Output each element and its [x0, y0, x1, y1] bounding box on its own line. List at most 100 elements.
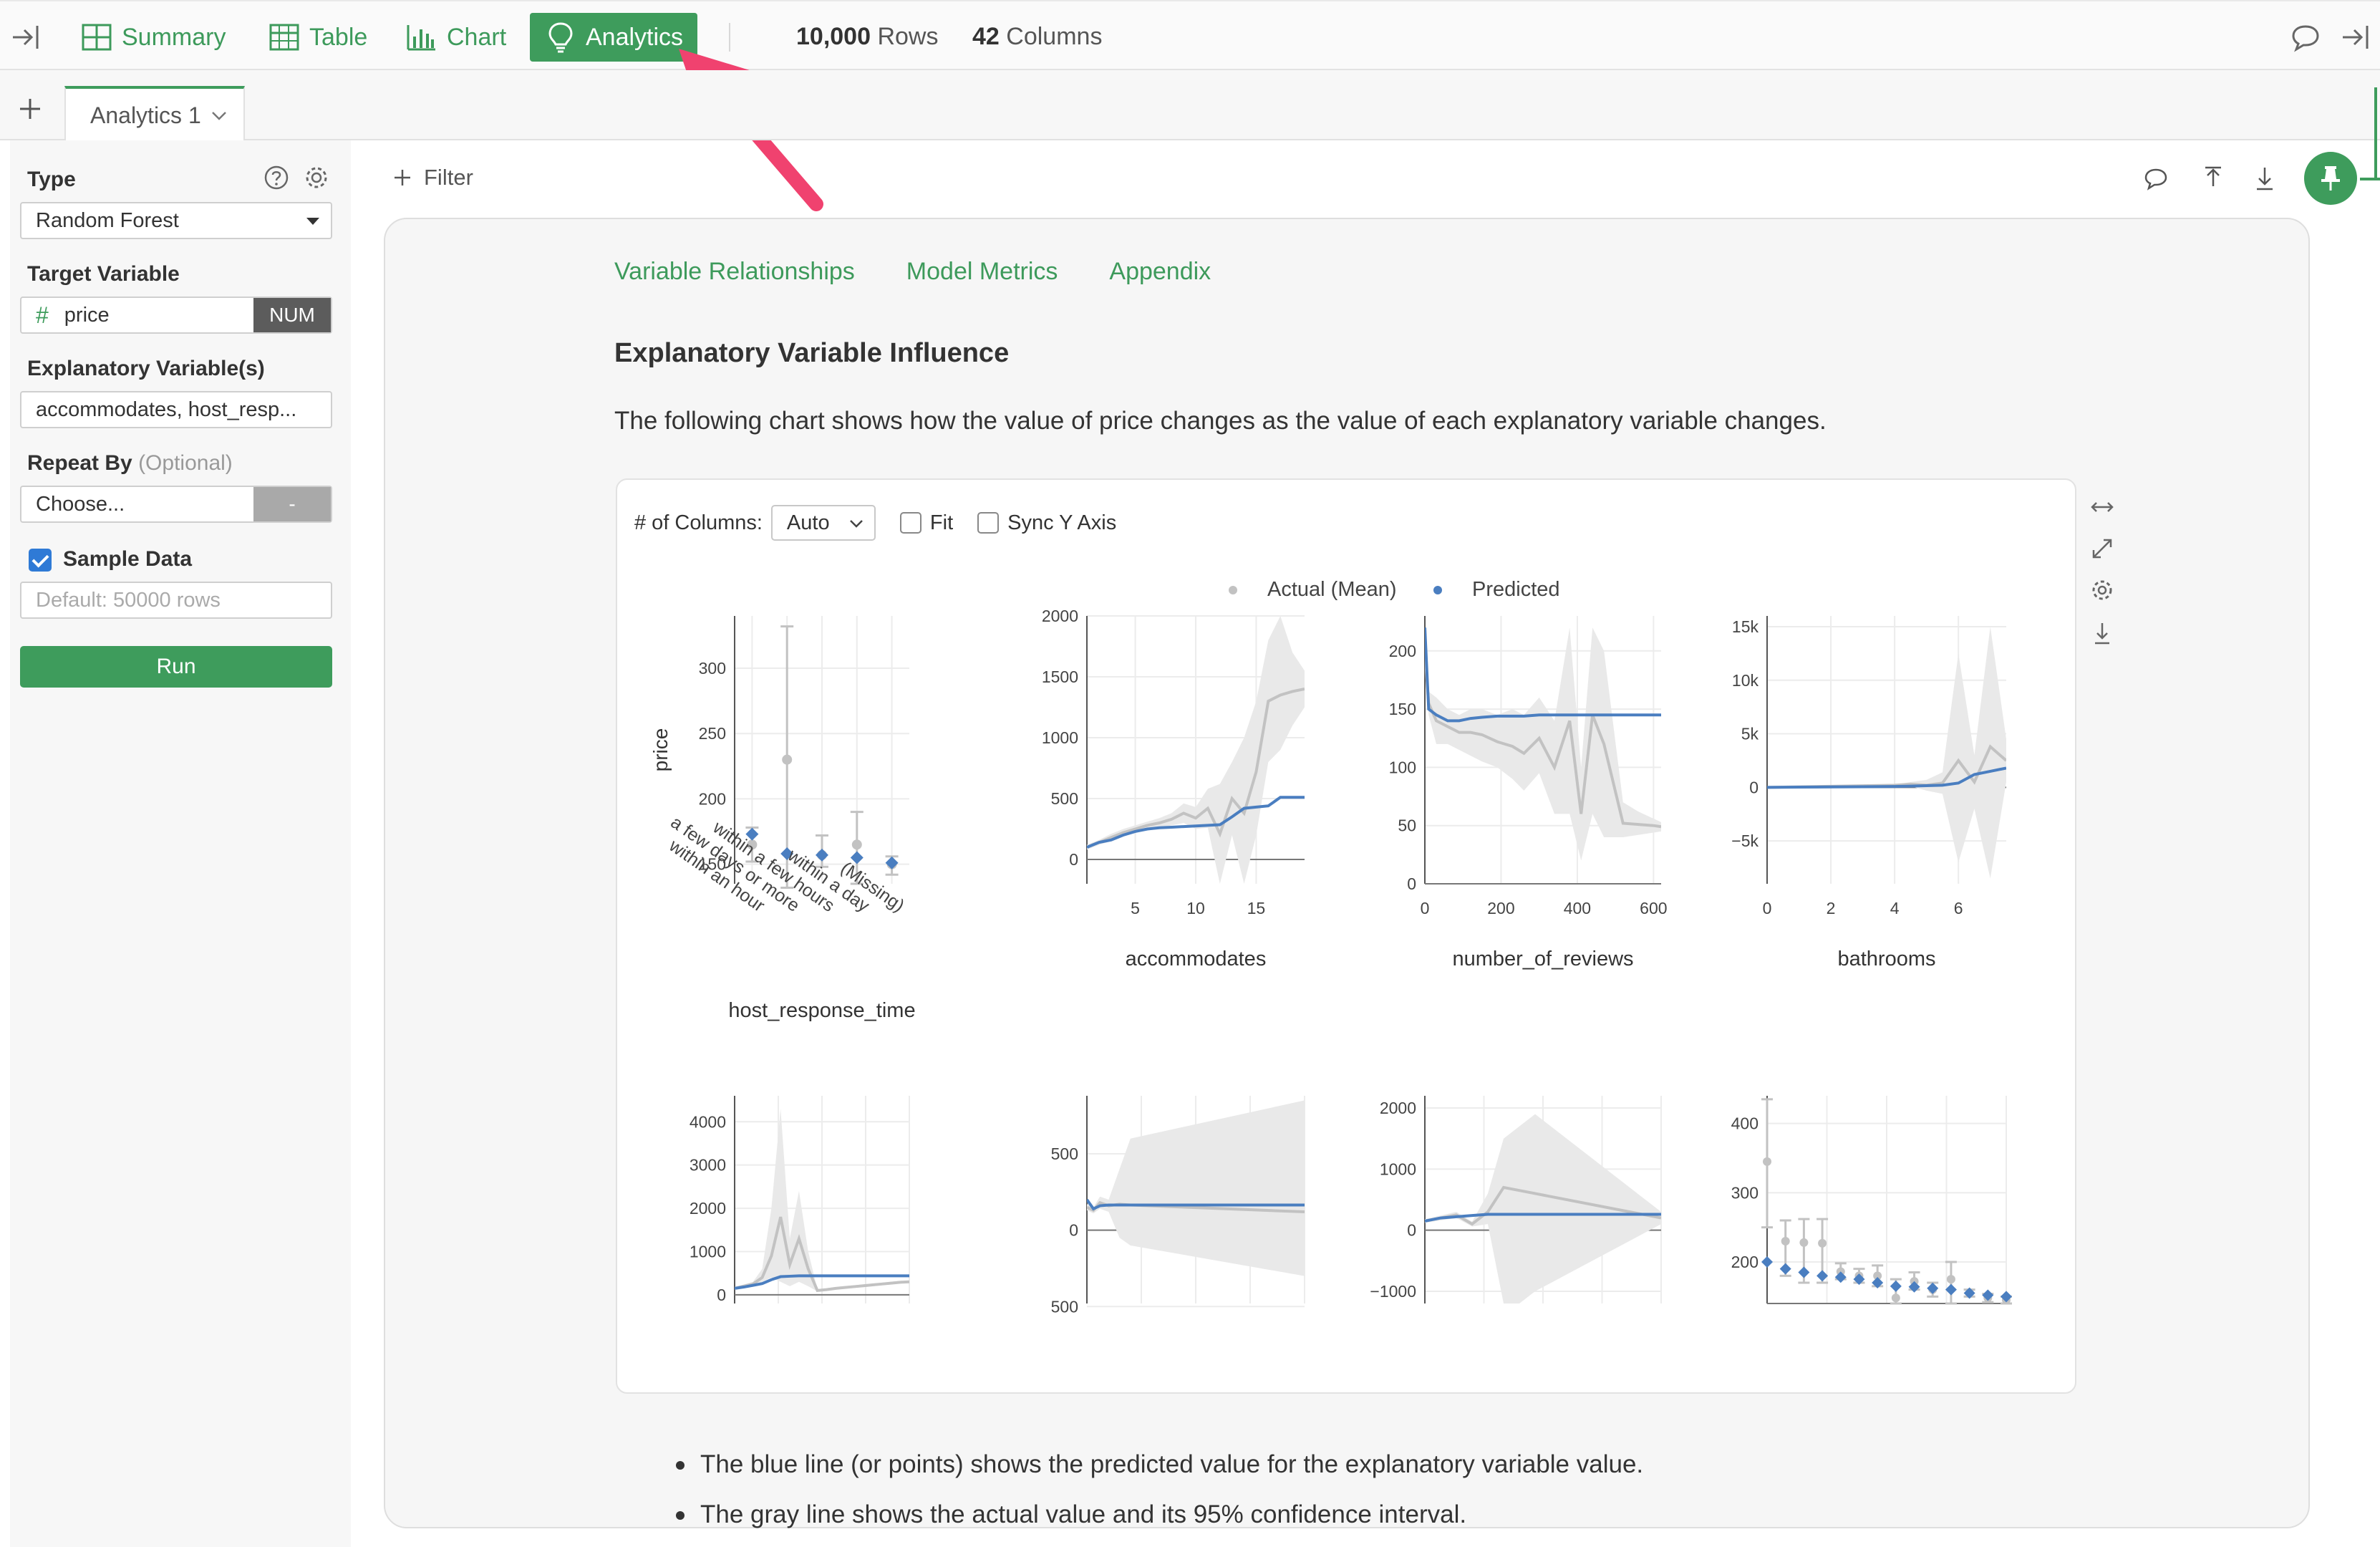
gear-icon[interactable] [304, 165, 329, 191]
section-heading: Explanatory Variable Influence [614, 338, 1010, 368]
y-tick-label: 200 [699, 789, 726, 808]
y-tick-label: 2000 [690, 1199, 726, 1218]
y-tick-label: 0 [1407, 874, 1416, 893]
x-tick-label: 0 [1421, 899, 1430, 917]
x-axis-title: accommodates [1126, 948, 1267, 970]
tab-analytics-1[interactable]: Analytics 1 [64, 86, 245, 142]
table-icon [269, 24, 299, 51]
y-tick-label: 1000 [1380, 1160, 1416, 1178]
predicted-point [1761, 1256, 1773, 1268]
y-tick-label: 1000 [690, 1243, 726, 1261]
predicted-point [816, 848, 828, 862]
legend-predicted-marker [1433, 586, 1442, 594]
explanatory-variables-field[interactable]: accommodates, host_resp... [20, 391, 332, 428]
repeat-by-value: Choose... [36, 492, 125, 516]
bar-chart-icon [407, 25, 435, 51]
analytics-tab-strip: Analytics 1 [0, 70, 2380, 142]
chart-notes: The blue line (or points) shows the pred… [673, 1440, 1643, 1540]
x-axis-title: number_of_reviews [1452, 948, 1633, 970]
pin-button[interactable] [2304, 152, 2357, 205]
x-tick-label: 6 [1954, 899, 1963, 917]
predicted-point [1779, 1263, 1791, 1275]
lightbulb-icon [548, 22, 573, 53]
type-select-value: Random Forest [36, 208, 179, 232]
confidence-band [1087, 1100, 1305, 1276]
plot-series-group [1425, 1114, 1661, 1303]
predicted-point [1798, 1266, 1810, 1278]
add-tab-icon[interactable] [17, 96, 43, 122]
target-variable-field[interactable]: # price NUM [20, 297, 332, 334]
y-tick-label: 4000 [690, 1112, 726, 1131]
legend-actual-marker [1229, 586, 1237, 594]
run-button[interactable]: Run [20, 646, 332, 688]
panel-accent-line [2374, 87, 2380, 180]
help-icon[interactable] [263, 165, 289, 191]
y-tick-label: 0 [1069, 1221, 1078, 1240]
sample-size-input[interactable]: Default: 50000 rows [20, 582, 332, 619]
tab-variable-relationships[interactable]: Variable Relationships [614, 258, 855, 286]
collapse-left-icon[interactable] [10, 20, 44, 54]
y-tick-label: 200 [1731, 1253, 1759, 1271]
tab-analytics-label: Analytics [586, 23, 684, 51]
collapse-right-icon[interactable] [2338, 20, 2373, 54]
y-tick-label: 0 [717, 1286, 726, 1304]
fullscreen-icon[interactable] [2089, 536, 2115, 562]
y-tick-label: 2000 [1042, 607, 1078, 625]
tab-appendix[interactable]: Appendix [1109, 258, 1211, 286]
predicted-point [885, 856, 899, 869]
x-axis-title: host_response_time [728, 999, 915, 1022]
tab-summary[interactable]: Summary [66, 13, 240, 62]
download-icon[interactable] [2251, 165, 2278, 192]
y-tick-label: 15k [1732, 617, 1759, 636]
columns-count-label: Columns [1006, 23, 1103, 50]
tab-model-metrics[interactable]: Model Metrics [906, 258, 1058, 286]
x-axis-title: bathrooms [1837, 948, 1935, 970]
y-tick-label: 50 [1398, 816, 1416, 835]
legend-actual-label: Actual (Mean) [1267, 578, 1397, 601]
numeric-hash-icon: # [36, 302, 49, 328]
type-select[interactable]: Random Forest [20, 202, 332, 239]
x-tick-label: 400 [1564, 899, 1591, 917]
section-tabs: Variable Relationships Model Metrics App… [614, 258, 1211, 286]
comment-icon[interactable] [2288, 20, 2323, 54]
settings-panel: Type Random Forest Target Variable # pri… [0, 140, 351, 1547]
target-type-badge: NUM [253, 298, 331, 332]
filter-button[interactable]: Filter [392, 165, 473, 191]
predicted-point [1927, 1282, 1939, 1294]
y-tick-label: 400 [1731, 1114, 1759, 1133]
chart-download-icon[interactable] [2089, 620, 2115, 646]
actual-point [851, 839, 862, 850]
y-tick-label: −1000 [1370, 1282, 1416, 1301]
y-tick-label: 200 [1389, 642, 1416, 660]
x-tick-label: 10 [1186, 899, 1205, 917]
chart-settings-gear-icon[interactable] [2089, 577, 2115, 603]
actual-point [1799, 1238, 1809, 1247]
tab-table[interactable]: Table [253, 13, 382, 62]
x-tick-label: 0 [1763, 899, 1772, 917]
pin-icon [2321, 166, 2340, 191]
comment-icon[interactable] [2142, 165, 2169, 192]
columns-count: 42 Columns [972, 23, 1102, 51]
x-tick-label: 2 [1827, 899, 1836, 917]
y-tick-label: 250 [699, 724, 726, 743]
tab-analytics[interactable]: Analytics [530, 13, 698, 62]
y-tick-label: 300 [1731, 1183, 1759, 1202]
top-toolbar: Summary Table Chart Analytics 10,000 Row… [0, 0, 2380, 70]
chevron-down-icon[interactable] [210, 106, 228, 125]
actual-point [1781, 1237, 1790, 1245]
tab-chart[interactable]: Chart [391, 13, 521, 62]
confidence-band [1425, 1114, 1661, 1303]
sample-data-checkbox[interactable] [29, 549, 52, 572]
sample-data-label: Sample Data [63, 547, 193, 571]
actual-point [782, 754, 793, 765]
panel-accent-line-2 [2360, 178, 2380, 180]
expand-horizontal-icon[interactable] [2089, 494, 2115, 520]
y-axis-title: price [649, 728, 672, 772]
upload-icon[interactable] [2200, 165, 2227, 192]
repeat-by-label-text: Repeat By [27, 451, 132, 475]
repeat-by-field[interactable]: Choose... - [20, 486, 332, 523]
y-tick-label: 500 [1051, 789, 1078, 808]
x-tick-label: 15 [1247, 899, 1266, 917]
dropdown-caret-icon [306, 218, 319, 225]
y-tick-label: 1500 [1042, 668, 1078, 686]
